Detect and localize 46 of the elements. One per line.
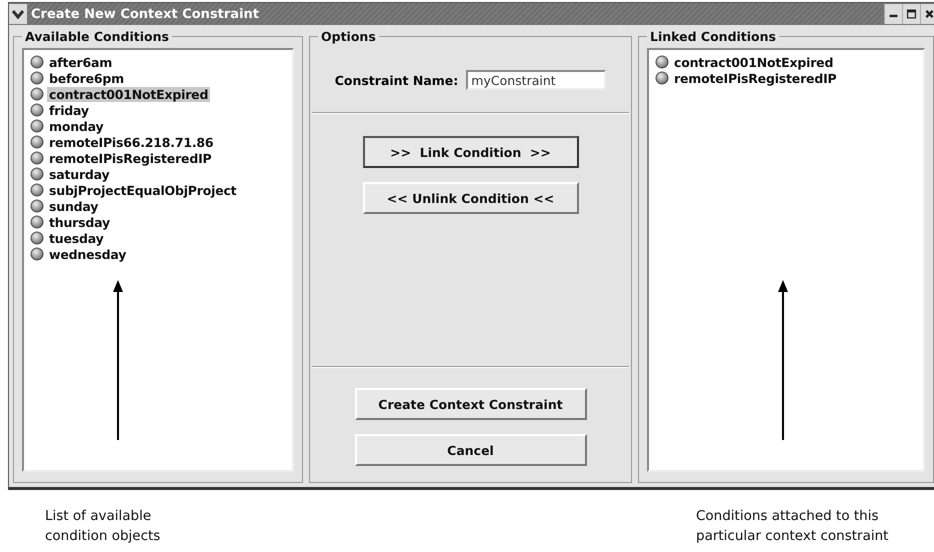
condition-item[interactable]: subjProjectEqualObjProject [47, 182, 238, 198]
condition-icon [30, 167, 44, 181]
condition-item[interactable]: monday [47, 118, 106, 134]
condition-icon [30, 55, 44, 69]
condition-icon [30, 151, 44, 165]
action-button[interactable]: Cancel [354, 434, 586, 466]
condition-icon [30, 231, 44, 245]
condition-item[interactable]: remoteIPisRegisteredIP [672, 70, 838, 86]
constraint-name-label: Constraint Name: [334, 72, 458, 88]
condition-icon [30, 247, 44, 261]
condition-icon [30, 87, 44, 101]
group-title: Linked Conditions [649, 29, 777, 44]
annotation-text: List of available condition objects [45, 507, 162, 546]
condition-icon [30, 215, 44, 229]
maximize-icon[interactable] [902, 4, 920, 24]
window-title: Create New Context Constraint [31, 6, 260, 22]
condition-icon [30, 183, 44, 197]
condition-item[interactable]: wednesday [47, 246, 128, 262]
link-button[interactable]: << Unlink Condition << [362, 182, 578, 214]
condition-item[interactable]: contract001NotExpired [672, 54, 836, 70]
condition-item[interactable]: thursday [47, 214, 112, 230]
condition-item[interactable]: after6am [47, 54, 114, 70]
action-button[interactable]: Create Context Constraint [354, 388, 586, 420]
group-title: Available Conditions [24, 29, 170, 44]
constraint-name-field[interactable]: myConstraint [466, 70, 606, 90]
chevron-icon[interactable] [9, 4, 27, 24]
link-button[interactable]: >> Link Condition >> [362, 136, 578, 168]
condition-icon [30, 199, 44, 213]
condition-item[interactable]: tuesday [47, 230, 106, 246]
close-icon[interactable] [920, 4, 934, 24]
condition-item[interactable]: before6pm [47, 70, 126, 86]
condition-item[interactable]: remoteIPisRegisteredIP [47, 150, 214, 166]
condition-icon [30, 135, 44, 149]
group-title: Options [320, 29, 377, 44]
condition-icon [655, 71, 669, 85]
condition-item[interactable]: friday [47, 102, 91, 118]
condition-item[interactable]: sunday [47, 198, 100, 214]
condition-item[interactable]: contract001NotExpired [47, 86, 210, 102]
condition-item[interactable]: saturday [47, 166, 112, 182]
condition-icon [30, 119, 44, 133]
condition-icon [655, 55, 669, 69]
minimize-icon[interactable] [884, 4, 902, 24]
annotation-text: Conditions attached to this particular context constraint [696, 507, 890, 546]
condition-icon [30, 71, 44, 85]
condition-icon [30, 103, 44, 117]
condition-item[interactable]: remoteIPis66.218.71.86 [47, 134, 216, 150]
